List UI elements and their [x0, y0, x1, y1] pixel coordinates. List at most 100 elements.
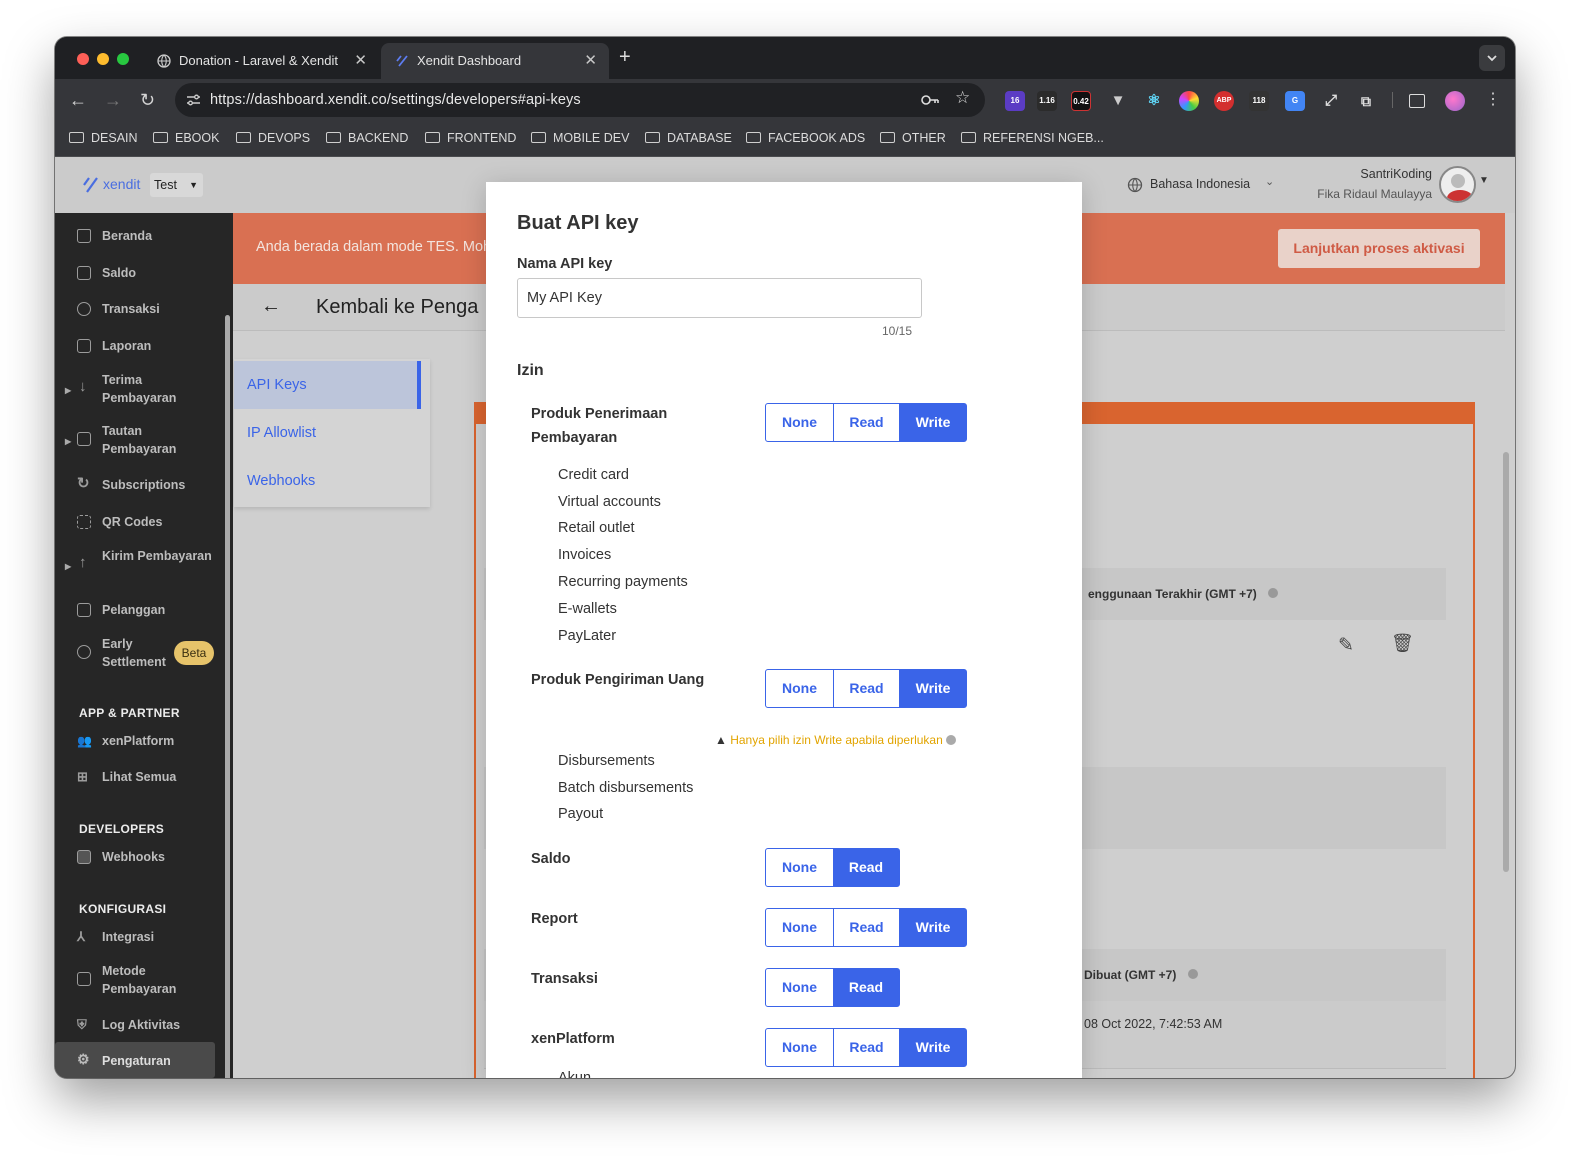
extension-speed-icon[interactable]: 1.16: [1037, 91, 1057, 111]
side-panel-icon[interactable]: [1409, 94, 1425, 108]
settlement-icon: [77, 645, 91, 659]
read-button[interactable]: Read: [832, 968, 900, 1007]
permission-item: Batch disbursements: [558, 780, 694, 796]
toolbar: ← → ↻ https://dashboard.xendit.co/settin…: [55, 79, 1515, 121]
bookmark-folder[interactable]: FRONTEND: [425, 121, 516, 155]
tab-title: Donation - Laravel & Xendit: [179, 53, 338, 68]
xendit-favicon-icon: [396, 55, 408, 67]
none-button[interactable]: None: [765, 968, 834, 1007]
grid-icon: ⊞: [77, 769, 88, 784]
column-last-used: enggunaan Terakhir (GMT +7): [1088, 587, 1257, 601]
folder-icon: [531, 132, 546, 143]
extension-react-icon[interactable]: ⚛: [1144, 91, 1164, 111]
write-button[interactable]: Write: [899, 1028, 967, 1067]
back-arrow-icon[interactable]: ←: [69, 79, 87, 121]
read-button[interactable]: Read: [832, 403, 901, 442]
trash-icon[interactable]: 🗑: [1391, 633, 1414, 654]
mode-select[interactable]: Test ▼: [150, 173, 203, 197]
write-button[interactable]: Write: [899, 669, 967, 708]
write-warning: ▲ Hanya pilih izin Write apabila diperlu…: [715, 733, 957, 747]
none-button[interactable]: None: [765, 848, 834, 887]
close-window-button[interactable]: [77, 53, 89, 65]
character-counter: 10/15: [882, 324, 913, 338]
bookmark-folder[interactable]: BACKEND: [326, 121, 408, 155]
sidebar-item-terima-pembayaran[interactable]: ▶ ↓ Terima Pembayaran: [55, 371, 233, 407]
page-title[interactable]: Kembali ke Penga: [316, 296, 478, 319]
page-scrollbar[interactable]: [1503, 452, 1509, 872]
write-button[interactable]: Write: [899, 908, 967, 947]
bookmark-folder[interactable]: EBOOK: [153, 121, 219, 155]
subnav-item-api-keys[interactable]: API Keys: [234, 361, 421, 409]
minimize-window-button[interactable]: [97, 53, 109, 65]
bookmark-folder[interactable]: DEVOPS: [236, 121, 310, 155]
forward-arrow-icon[interactable]: →: [104, 79, 122, 121]
new-tab-button[interactable]: +: [619, 45, 631, 69]
extension-color-icon[interactable]: [1179, 91, 1199, 111]
bookmark-folder[interactable]: OTHER: [880, 121, 946, 155]
avatar-body: [1447, 190, 1473, 201]
password-key-icon[interactable]: [920, 92, 940, 108]
sidebar-item-metode-pembayaran[interactable]: Metode Pembayaran: [55, 962, 233, 998]
permission-item: Invoices: [558, 547, 612, 563]
read-button[interactable]: Read: [832, 669, 901, 708]
edit-icon[interactable]: ✎: [1338, 634, 1354, 657]
report-icon: [77, 339, 91, 353]
reload-icon[interactable]: ↻: [140, 79, 155, 121]
extension-expand-icon[interactable]: ⤢: [1321, 91, 1341, 111]
extension-cls-icon[interactable]: 0.42: [1071, 91, 1091, 111]
sidebar-item-tautan-pembayaran[interactable]: ▶ Tautan Pembayaran: [55, 422, 233, 458]
bookmark-folder[interactable]: REFERENSI NGEB...: [961, 121, 1104, 155]
gear-icon: ⚙: [77, 1051, 90, 1067]
extension-calendar-icon[interactable]: 118: [1249, 91, 1269, 111]
bookmark-folder[interactable]: MOBILE DEV: [531, 121, 629, 155]
extensions-puzzle-icon[interactable]: ⧉: [1356, 91, 1376, 111]
none-button[interactable]: None: [765, 403, 834, 442]
extension-translate-icon[interactable]: G: [1285, 91, 1305, 111]
beta-badge: Beta: [174, 641, 214, 665]
chevron-down-icon[interactable]: ▼: [1479, 175, 1489, 186]
tab-search-button[interactable]: [1479, 45, 1505, 71]
bookmark-folder[interactable]: DESAIN: [69, 121, 138, 155]
sidebar-scrollbar[interactable]: [225, 315, 230, 1078]
shield-icon: ⛨: [77, 1017, 87, 1032]
extension-vue-icon[interactable]: ▼: [1108, 91, 1128, 111]
none-button[interactable]: None: [765, 1028, 834, 1067]
extension-badge-icon[interactable]: 16: [1005, 91, 1025, 111]
permission-title: Produk Penerimaan Pembayaran: [531, 406, 668, 446]
url-text: https://dashboard.xendit.co/settings/dev…: [210, 92, 581, 108]
sidebar-item-early-settlement[interactable]: Early Settlement Beta: [55, 635, 233, 671]
browser-menu-icon[interactable]: ⋮: [1485, 79, 1501, 121]
write-button[interactable]: Write: [899, 403, 967, 442]
extension-adblock-icon[interactable]: ABP: [1214, 91, 1234, 111]
none-button[interactable]: None: [765, 908, 834, 947]
page-viewport: xendit Test ▼ Bahasa Indonesia ⌄ SantriKo…: [55, 157, 1515, 1078]
api-key-name-input[interactable]: [517, 278, 922, 318]
tab-donation[interactable]: Donation - Laravel & Xendit ✕: [143, 43, 379, 79]
address-bar[interactable]: https://dashboard.xendit.co/settings/dev…: [175, 83, 985, 117]
bookmark-folder[interactable]: DATABASE: [645, 121, 732, 155]
folder-icon: [153, 132, 168, 143]
activation-button[interactable]: Lanjutkan proses aktivasi: [1278, 229, 1480, 268]
arrow-down-icon: ↓: [79, 378, 87, 395]
back-arrow-icon[interactable]: ←: [261, 295, 281, 318]
close-tab-icon[interactable]: ✕: [354, 43, 367, 79]
document-icon: [77, 266, 91, 280]
sidebar-item-pengaturan[interactable]: ⚙ Pengaturan: [55, 1042, 215, 1078]
language-select[interactable]: Bahasa Indonesia: [1150, 177, 1250, 191]
tab-xendit-dashboard[interactable]: Xendit Dashboard ✕: [381, 43, 609, 79]
read-button[interactable]: Read: [832, 908, 901, 947]
permission-title: Report: [531, 911, 578, 927]
close-tab-icon[interactable]: ✕: [584, 43, 597, 79]
subnav-item-webhooks[interactable]: Webhooks: [234, 459, 430, 505]
sidebar-item-kirim-pembayaran[interactable]: ▶ ↑ Kirim Pembayaran: [55, 547, 233, 583]
bookmark-star-icon[interactable]: ☆: [955, 88, 970, 108]
read-button[interactable]: Read: [832, 848, 900, 887]
none-button[interactable]: None: [765, 669, 834, 708]
read-button[interactable]: Read: [832, 1028, 901, 1067]
zoom-window-button[interactable]: [117, 53, 129, 65]
profile-avatar-icon[interactable]: [1445, 91, 1465, 111]
subnav-item-ip-allowlist[interactable]: IP Allowlist: [234, 411, 430, 457]
chevron-down-icon[interactable]: ⌄: [1265, 175, 1274, 188]
bookmark-folder[interactable]: FACEBOOK ADS: [746, 121, 865, 155]
avatar[interactable]: [1439, 166, 1476, 203]
